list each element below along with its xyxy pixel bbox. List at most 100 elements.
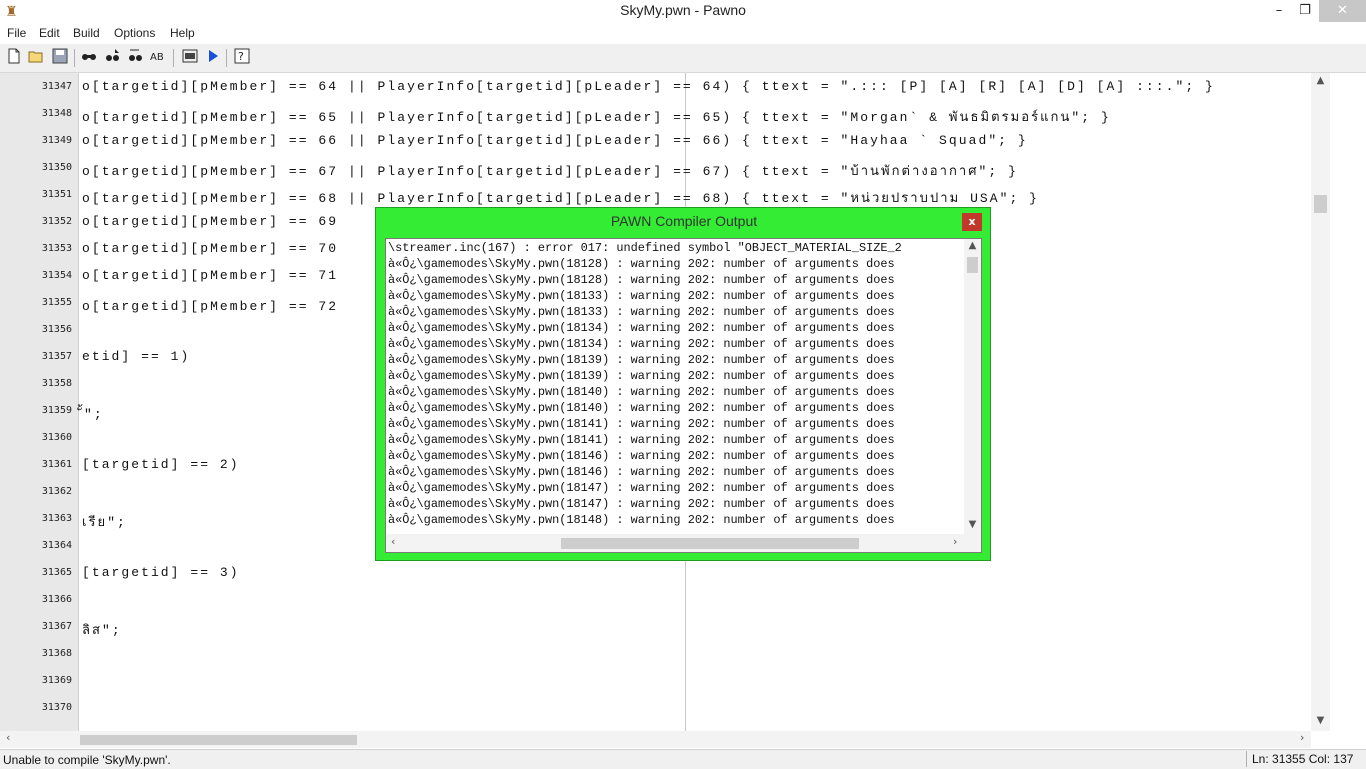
compiler-warning-line[interactable]: à«Ô¿\gamemodes\SkyMy.pwn(18141) : warnin… [388,417,895,431]
code-text[interactable]: [targetid] == 2) [82,457,240,472]
code-text[interactable]: o[targetid][pMember] == 65 || PlayerInfo… [82,106,1111,127]
compiler-error-line[interactable]: \streamer.inc(167) : error 017: undefine… [388,241,902,255]
line-number: 31348 [41,108,72,119]
code-text[interactable]: o[targetid][pMember] == 64 || PlayerInfo… [82,79,1215,94]
compile-icon[interactable] [180,48,200,68]
goto-line-icon[interactable]: AB [149,48,169,68]
compiler-warning-line[interactable]: à«Ô¿\gamemodes\SkyMy.pwn(18147) : warnin… [388,497,895,511]
compiler-warning-line[interactable]: à«Ô¿\gamemodes\SkyMy.pwn(18146) : warnin… [388,465,895,479]
new-file-icon[interactable] [4,48,24,68]
compiler-warning-line[interactable]: à«Ô¿\gamemodes\SkyMy.pwn(18139) : warnin… [388,353,895,367]
output-horizontal-thumb[interactable] [561,538,859,549]
code-text[interactable]: เรีย"; [82,511,127,532]
line-number: 31353 [41,243,72,254]
toolbar-separator [226,49,227,67]
find-icon[interactable] [79,48,99,68]
scroll-right-icon[interactable]: › [953,535,957,548]
scroll-left-icon[interactable]: ‹ [6,731,10,744]
open-file-icon[interactable] [26,48,46,68]
line-number: 31358 [41,378,72,389]
code-line[interactable]: 31347 o[targetid][pMember] == 64 || Playe… [0,73,1320,100]
line-number: 31357 [41,351,72,362]
code-line[interactable]: 31370 [0,694,1320,721]
menu-file[interactable]: File [7,26,26,40]
output-vertical-thumb[interactable] [967,257,978,273]
code-line[interactable]: 31350 o[targetid][pMember] == 67 || Playe… [0,154,1320,181]
scroll-up-icon[interactable]: ▲ [964,240,981,251]
toolbar-separator [173,49,174,67]
code-line[interactable]: 31365 [targetid] == 3) [0,559,1320,586]
line-number: 31368 [41,648,72,659]
save-icon[interactable] [50,48,70,68]
compiler-warning-line[interactable]: à«Ô¿\gamemodes\SkyMy.pwn(18134) : warnin… [388,337,895,351]
compiler-warning-line[interactable]: à«Ô¿\gamemodes\SkyMy.pwn(18147) : warnin… [388,481,895,495]
menu-options[interactable]: Options [114,26,155,40]
code-text[interactable]: [targetid] == 3) [82,565,240,580]
menu-edit[interactable]: Edit [39,26,60,40]
compiler-warning-line[interactable]: à«Ô¿\gamemodes\SkyMy.pwn(18146) : warnin… [388,449,895,463]
line-number: 31352 [41,216,72,227]
output-horizontal-scrollbar[interactable]: ‹ › [386,534,964,552]
code-line[interactable]: 31367 ลิส"; [0,613,1320,640]
line-number: 31362 [41,486,72,497]
compiler-output-list[interactable]: \streamer.inc(167) : error 017: undefine… [385,238,982,553]
scroll-down-icon[interactable]: ▼ [1311,715,1330,726]
compiler-warning-line[interactable]: à«Ô¿\gamemodes\SkyMy.pwn(18128) : warnin… [388,273,895,287]
code-text[interactable]: o[targetid][pMember] == 68 || PlayerInfo… [82,187,1039,208]
line-number: 31359 [41,405,72,416]
menu-build[interactable]: Build [73,26,100,40]
compiler-output-dialog[interactable]: PAWN Compiler Output x \streamer.inc(167… [375,207,991,561]
line-number: 31354 [41,270,72,281]
compiler-warning-line[interactable]: à«Ô¿\gamemodes\SkyMy.pwn(18140) : warnin… [388,385,895,399]
scroll-up-icon[interactable]: ▲ [1311,75,1330,86]
scroll-left-icon[interactable]: ‹ [391,535,395,548]
compiler-warning-line[interactable]: à«Ô¿\gamemodes\SkyMy.pwn(18133) : warnin… [388,305,895,319]
editor-horizontal-scrollbar[interactable]: ‹ › [0,731,1311,748]
scroll-right-icon[interactable]: › [1300,731,1304,744]
line-number: 31366 [41,594,72,605]
minimize-button[interactable]: – [1266,0,1292,22]
line-number: 31351 [41,189,72,200]
editor-margin [1330,73,1366,748]
code-line[interactable]: 31366 [0,586,1320,613]
code-line[interactable]: 31368 [0,640,1320,667]
code-text[interactable]: etid] == 1) [82,349,190,364]
dialog-close-button[interactable]: x [962,213,982,231]
help-icon[interactable]: ? [232,48,252,68]
compiler-warning-line[interactable]: à«Ô¿\gamemodes\SkyMy.pwn(18134) : warnin… [388,321,895,335]
scroll-down-icon[interactable]: ▼ [964,519,981,530]
vertical-scroll-thumb[interactable] [1314,195,1327,213]
resize-grip-icon[interactable] [964,534,981,552]
output-vertical-scrollbar[interactable]: ▲ ▼ [964,239,981,534]
line-number: 31355 [41,297,72,308]
code-text[interactable]: ลิส"; [82,619,122,640]
close-window-button[interactable]: ✕ [1319,0,1366,22]
find-next-icon[interactable] [103,48,123,68]
code-line[interactable]: 31348 o[targetid][pMember] == 65 || Playe… [0,100,1320,127]
svg-text:AB: AB [150,52,164,63]
compiler-warning-line[interactable]: à«Ô¿\gamemodes\SkyMy.pwn(18140) : warnin… [388,401,895,415]
compiler-warning-line[interactable]: à«Ô¿\gamemodes\SkyMy.pwn(18133) : warnin… [388,289,895,303]
code-text[interactable]: o[targetid][pMember] == 67 || PlayerInfo… [82,160,1018,181]
menu-help[interactable]: Help [170,26,195,40]
run-icon[interactable] [203,48,223,68]
code-text[interactable]: ั้"; [82,403,104,424]
restore-button[interactable]: ❐ [1292,0,1318,22]
compiler-warning-line[interactable]: à«Ô¿\gamemodes\SkyMy.pwn(18141) : warnin… [388,433,895,447]
compiler-warning-line[interactable]: à«Ô¿\gamemodes\SkyMy.pwn(18128) : warnin… [388,257,895,271]
status-message: Unable to compile 'SkyMy.pwn'. [3,753,171,767]
compiler-warning-line[interactable]: à«Ô¿\gamemodes\SkyMy.pwn(18148) : warnin… [388,513,895,527]
code-line[interactable]: 31351 o[targetid][pMember] == 68 || Playe… [0,181,1320,208]
code-line[interactable]: 31349 o[targetid][pMember] == 66 || Playe… [0,127,1320,154]
line-number: 31363 [41,513,72,524]
title-bar: ♜ SkyMy.pwn - Pawno – ❐ ✕ [0,0,1366,24]
replace-icon[interactable] [126,48,146,68]
dialog-title: PAWN Compiler Output [610,213,758,229]
line-number: 31364 [41,540,72,551]
compiler-warning-line[interactable]: à«Ô¿\gamemodes\SkyMy.pwn(18139) : warnin… [388,369,895,383]
window-title: SkyMy.pwn - Pawno [620,2,746,18]
horizontal-scroll-thumb[interactable] [80,735,357,745]
code-line[interactable]: 31369 [0,667,1320,694]
code-text[interactable]: o[targetid][pMember] == 66 || PlayerInfo… [82,133,1028,148]
editor-vertical-scrollbar[interactable]: ▲ ▼ [1311,73,1330,731]
